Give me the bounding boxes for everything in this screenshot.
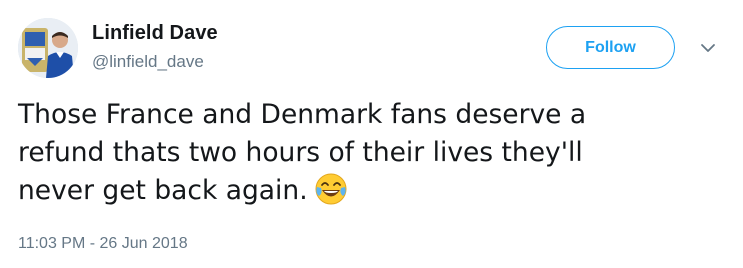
chevron-down-icon[interactable] [698, 38, 718, 58]
follow-button[interactable]: Follow [546, 26, 675, 69]
tweet-line: Those France and Denmark fans deserve a [18, 99, 587, 130]
tweet-text: Those France and Denmark fans deserve a … [18, 96, 718, 210]
tweet-line: never get back again. [18, 175, 308, 206]
display-name[interactable]: Linfield Dave [92, 22, 218, 45]
user-handle[interactable]: @linfield_dave [92, 52, 204, 72]
avatar-image [18, 18, 78, 78]
tweet-timestamp[interactable]: 11:03 PM - 26 Jun 2018 [18, 235, 188, 253]
face-with-tears-of-joy-icon [314, 172, 348, 206]
tweet-line: refund thats two hours of their lives th… [18, 137, 583, 168]
tweet-line-last: never get back again. [18, 172, 718, 210]
avatar[interactable] [18, 18, 78, 78]
tweet-card: Linfield Dave @linfield_dave Follow Thos… [0, 0, 743, 268]
